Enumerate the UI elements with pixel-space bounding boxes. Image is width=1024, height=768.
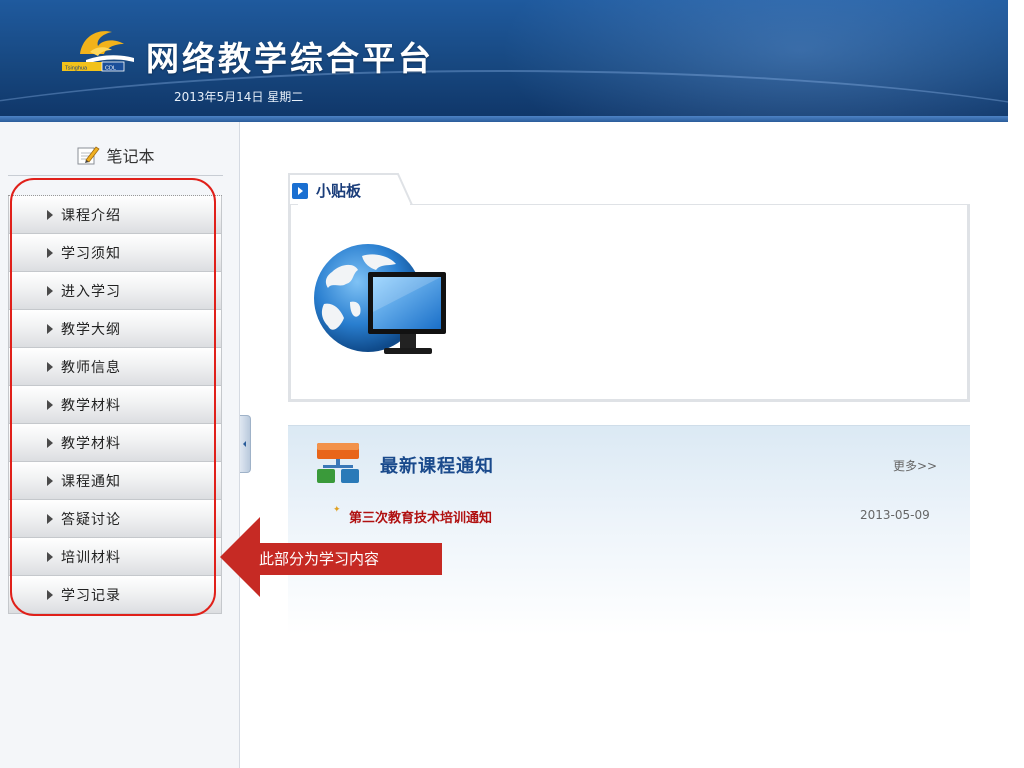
- sidebar-item-course-intro[interactable]: 课程介绍: [8, 196, 222, 234]
- sidebar-item-label: 学习记录: [61, 587, 121, 604]
- triangle-right-icon: [47, 248, 53, 258]
- triangle-right-icon: [47, 400, 53, 410]
- sidebar-item-training-materials[interactable]: 培训材料: [8, 538, 222, 576]
- sidebar-item-label: 答疑讨论: [61, 511, 121, 528]
- triangle-right-icon: [47, 438, 53, 448]
- triangle-right-icon: [47, 590, 53, 600]
- sitemap-icon: [317, 443, 359, 483]
- header-banner: Tsinghua CDL 网络教学综合平台 2013年5月14日 星期二: [0, 0, 1008, 122]
- notice-item-date: 2013-05-09: [860, 508, 930, 522]
- bulletin-title: 小贴板: [316, 182, 362, 200]
- sidebar-item-label: 教学材料: [61, 435, 121, 452]
- sidebar-item-qa-discussion[interactable]: 答疑讨论: [8, 500, 222, 538]
- triangle-right-icon: [47, 514, 53, 524]
- sidebar-item-teacher-info[interactable]: 教师信息: [8, 348, 222, 386]
- sidebar-item-label: 培训材料: [61, 549, 121, 566]
- sidebar-item-label: 教学大纲: [61, 321, 121, 338]
- sidebar-item-label: 教学材料: [61, 397, 121, 414]
- sidebar-item-label: 进入学习: [61, 283, 121, 300]
- tsinghua-cdl-logo-icon: Tsinghua CDL: [62, 31, 134, 72]
- triangle-right-icon: [47, 286, 53, 296]
- globe-monitor-icon: [314, 244, 446, 354]
- sidebar-item-study-records[interactable]: 学习记录: [8, 576, 222, 614]
- bulletin-header: 小贴板: [292, 180, 361, 201]
- arrow-right-box-icon: [292, 182, 308, 199]
- notices-title: 最新课程通知: [380, 456, 494, 477]
- triangle-right-icon: [47, 476, 53, 486]
- sidebar-menu: 课程介绍 学习须知 进入学习 教学大纲 教师信息 教学材料 教学材料 课程通知 …: [8, 195, 222, 614]
- sidebar-item-label: 课程介绍: [61, 207, 121, 224]
- triangle-right-icon: [47, 362, 53, 372]
- sidebar-item-enter-study[interactable]: 进入学习: [8, 272, 222, 310]
- notebook-button[interactable]: 笔记本: [8, 134, 223, 176]
- sidebar-item-label: 教师信息: [61, 359, 121, 376]
- sidebar-item-course-notices[interactable]: 课程通知: [8, 462, 222, 500]
- sidebar-item-teaching-materials-2[interactable]: 教学材料: [8, 424, 222, 462]
- notebook-label: 笔记本: [106, 146, 155, 166]
- triangle-right-icon: [47, 552, 53, 562]
- header-date: 2013年5月14日 星期二: [174, 90, 304, 104]
- triangle-right-icon: [47, 324, 53, 334]
- bullet-arrow-icon: ✦: [333, 505, 341, 515]
- sidebar-item-study-guide[interactable]: 学习须知: [8, 234, 222, 272]
- triangle-right-icon: [47, 210, 53, 220]
- notebook-pencil-icon: [77, 145, 101, 164]
- sidebar-collapse-handle[interactable]: [240, 415, 251, 473]
- more-link[interactable]: 更多>>: [893, 457, 937, 474]
- sidebar: 笔记本 课程介绍 学习须知 进入学习 教学大纲 教师信息 教学材料 教学材料 课…: [0, 122, 240, 768]
- sidebar-item-label: 学习须知: [61, 245, 121, 262]
- site-title: 网络教学综合平台: [146, 39, 434, 78]
- svg-text:Tsinghua: Tsinghua: [65, 66, 88, 72]
- annotation-callout-text: 此部分为学习内容: [259, 550, 380, 568]
- sidebar-item-syllabus[interactable]: 教学大纲: [8, 310, 222, 348]
- sidebar-item-teaching-materials[interactable]: 教学材料: [8, 386, 222, 424]
- sidebar-item-label: 课程通知: [61, 473, 121, 490]
- svg-text:CDL: CDL: [105, 66, 116, 72]
